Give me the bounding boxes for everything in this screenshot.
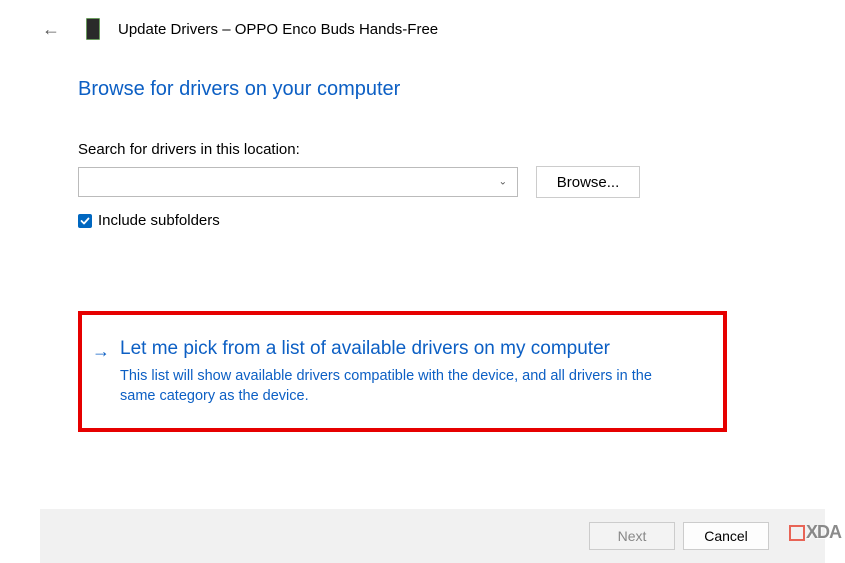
back-button[interactable]: ← (42, 19, 60, 40)
option-description: This list will show available drivers co… (120, 366, 680, 407)
watermark-text: XDA (806, 522, 841, 543)
location-combobox[interactable]: ⌄ (78, 167, 518, 197)
watermark: XDA (789, 522, 841, 543)
content-area: Browse for drivers on your computer Sear… (0, 40, 845, 432)
option-text-group: Let me pick from a list of available dri… (120, 337, 680, 406)
cancel-button[interactable]: Cancel (683, 522, 769, 550)
chevron-down-icon: ⌄ (499, 177, 507, 188)
checkmark-icon (80, 216, 90, 226)
next-button[interactable]: Next (589, 522, 675, 550)
pick-from-list-option[interactable]: → Let me pick from a list of available d… (92, 337, 703, 406)
include-subfolders-label: Include subfolders (98, 212, 220, 229)
arrow-right-icon: → (92, 337, 110, 364)
dialog-footer: Next Cancel (40, 509, 825, 563)
search-location-label: Search for drivers in this location: (78, 141, 845, 158)
page-heading: Browse for drivers on your computer (78, 78, 845, 101)
search-row: ⌄ Browse... (78, 166, 845, 198)
include-subfolders-checkbox[interactable] (78, 214, 92, 228)
device-icon (86, 18, 100, 40)
include-subfolders-row: Include subfolders (78, 212, 845, 229)
option-title: Let me pick from a list of available dri… (120, 337, 680, 362)
browse-button[interactable]: Browse... (536, 166, 640, 198)
window-title: Update Drivers – OPPO Enco Buds Hands-Fr… (118, 21, 438, 38)
titlebar: ← Update Drivers – OPPO Enco Buds Hands-… (0, 0, 845, 40)
highlighted-option-box: → Let me pick from a list of available d… (78, 311, 727, 432)
watermark-logo-icon (789, 525, 805, 541)
